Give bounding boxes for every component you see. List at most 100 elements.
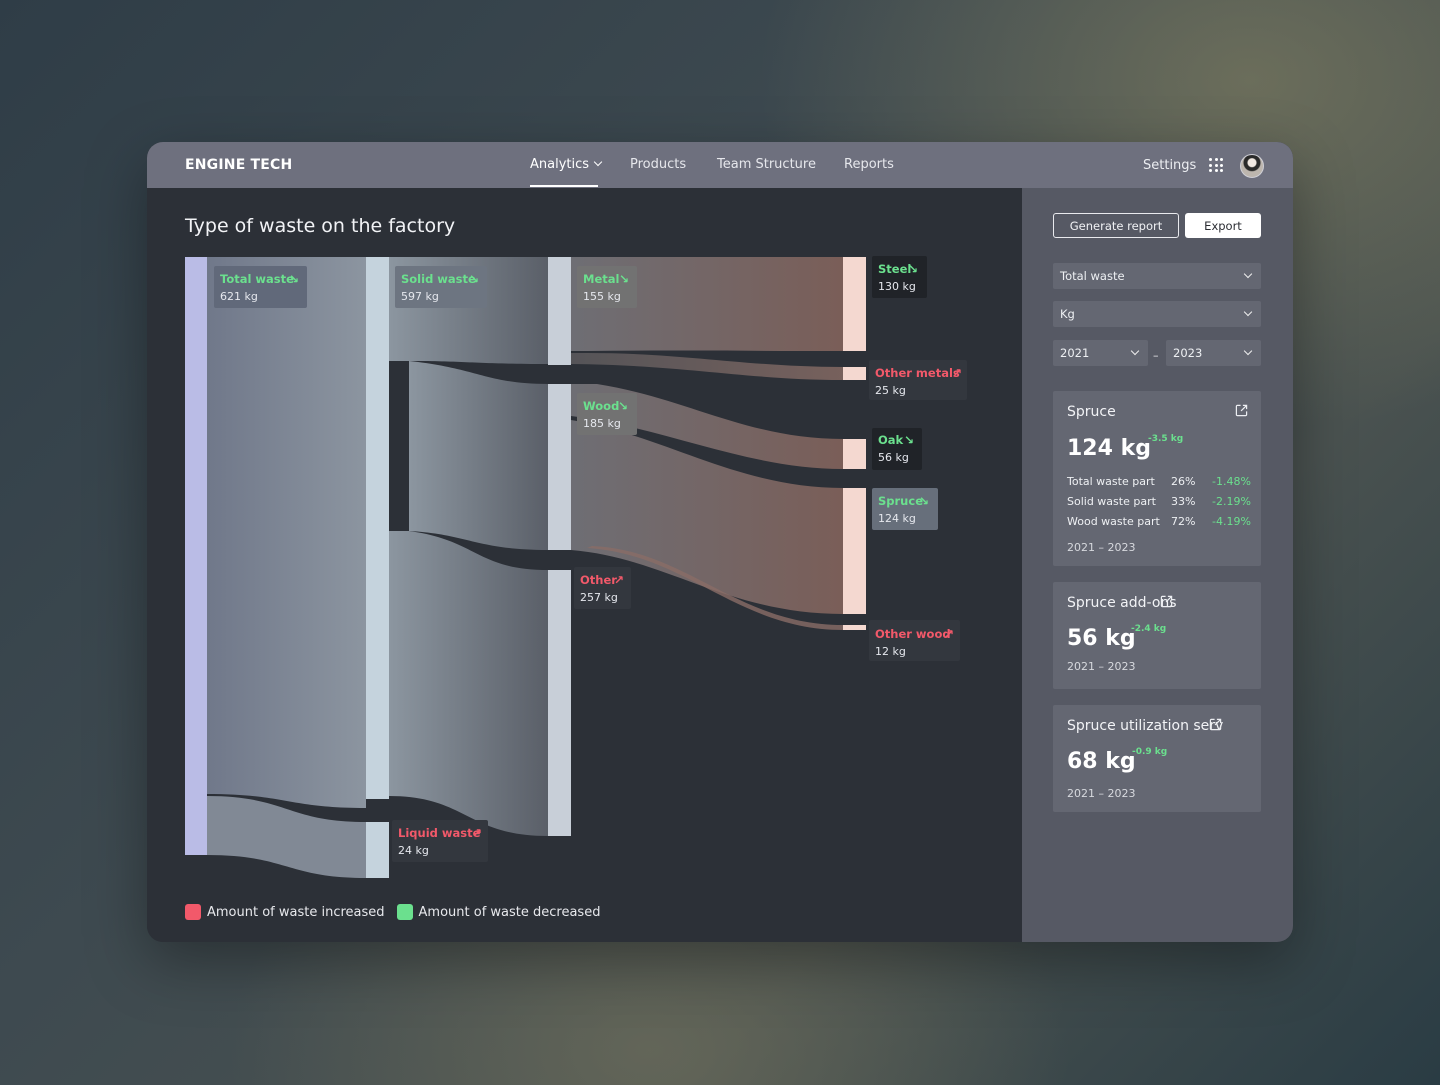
stat-pct: 33% <box>1171 495 1196 508</box>
card-delta: -2.4 kg <box>1131 624 1167 634</box>
node-value-liquid: 24 kg <box>398 844 429 857</box>
metric-select-value: Total waste <box>1060 269 1125 283</box>
nav-analytics[interactable]: Analytics <box>530 157 603 172</box>
node-label-steel[interactable]: Steel ↘ 130 kg <box>872 256 927 298</box>
stat-label: Total waste part <box>1067 475 1155 488</box>
stat-change: -4.19% <box>1212 515 1251 528</box>
stat-pct: 26% <box>1171 475 1196 488</box>
node-value-total: 621 kg <box>220 290 258 303</box>
main-panel: Type of waste on the factory Total waste… <box>147 188 1022 942</box>
legend-swatch-decreased <box>396 904 413 920</box>
trend-up-icon: ↗ <box>944 627 954 641</box>
node-label-wood[interactable]: Wood ↘ 185 kg <box>577 393 637 435</box>
export-button[interactable]: Export <box>1185 213 1261 238</box>
node-label-otherwood[interactable]: Other wood ↗ 12 kg <box>869 620 960 661</box>
detail-card-spruce-utilization[interactable]: Spruce utilization serv 68 kg -0.9 kg 20… <box>1053 705 1261 812</box>
legend-label-increased: Amount of waste increased <box>207 904 385 920</box>
trend-down-icon: ↘ <box>619 272 629 286</box>
card-value: 124 kg <box>1067 436 1151 461</box>
trend-down-icon: ↘ <box>289 272 299 286</box>
trend-down-icon: ↘ <box>469 272 479 286</box>
node-bar-spruce <box>843 488 866 614</box>
user-avatar[interactable] <box>1240 154 1264 178</box>
chart-legend: Amount of waste increased Amount of wast… <box>185 904 602 920</box>
year-to-select[interactable]: 2023 <box>1166 340 1261 366</box>
card-date-range: 2021 – 2023 <box>1067 541 1136 554</box>
external-link-icon[interactable] <box>1209 718 1222 731</box>
node-value-wood: 185 kg <box>583 417 621 430</box>
nav-team-structure[interactable]: Team Structure <box>717 157 816 172</box>
card-title: Spruce <box>1067 404 1116 420</box>
stat-change: -2.19% <box>1212 495 1251 508</box>
nav-active-indicator <box>530 185 598 187</box>
node-label-total[interactable]: Total waste ↘ 621 kg <box>214 266 307 308</box>
link-metal-othermetals <box>571 353 843 380</box>
node-name-metal: Metal <box>583 272 619 286</box>
node-bar-othermetals <box>843 367 866 380</box>
node-bar-metal <box>548 257 571 365</box>
detail-card-spruce-addons[interactable]: Spruce add-ons 56 kg -2.4 kg 2021 – 2023 <box>1053 582 1261 689</box>
node-name-solid: Solid waste <box>401 272 476 286</box>
node-label-other[interactable]: Other ↗ 257 kg <box>574 567 631 609</box>
sankey-chart: Total waste ↘ 621 kg Solid waste ↘ 597 k… <box>185 256 967 878</box>
node-name-total: Total waste <box>220 272 294 286</box>
year-from-select[interactable]: 2021 <box>1053 340 1148 366</box>
node-value-metal: 155 kg <box>583 290 621 303</box>
card-value: 56 kg <box>1067 626 1136 651</box>
node-name-otherwood: Other wood <box>875 627 951 641</box>
generate-report-button[interactable]: Generate report <box>1053 213 1179 238</box>
external-link-icon[interactable] <box>1160 595 1173 608</box>
card-date-range: 2021 – 2023 <box>1067 660 1136 673</box>
node-bar-steel <box>843 257 866 351</box>
node-label-oak[interactable]: Oak ↘ 56 kg <box>872 428 922 470</box>
card-value: 68 kg <box>1067 749 1136 774</box>
node-value-spruce: 124 kg <box>878 512 916 525</box>
nav-analytics-label: Analytics <box>530 157 590 172</box>
stat-pct: 72% <box>1171 515 1196 528</box>
range-separator: – <box>1153 349 1159 362</box>
card-delta: -3.5 kg <box>1148 434 1184 444</box>
node-name-liquid: Liquid waste <box>398 826 481 840</box>
grid-dots-icon[interactable] <box>1209 158 1223 172</box>
node-value-steel: 130 kg <box>878 280 916 293</box>
trend-up-icon: ↗ <box>614 573 624 587</box>
node-label-liquid[interactable]: Liquid waste ↗ 24 kg <box>392 820 488 862</box>
node-bar-otherwood <box>843 625 866 630</box>
node-bar-wood <box>548 384 571 550</box>
app-window: ENGINE TECH Analytics Products Team Stru… <box>147 142 1293 942</box>
node-label-othermetals[interactable]: Other metals ↗ 25 kg <box>869 360 967 400</box>
node-bar-other <box>548 570 571 836</box>
brand-logo[interactable]: ENGINE TECH <box>185 157 292 173</box>
unit-select[interactable]: Kg <box>1053 301 1261 327</box>
node-bar-solid <box>366 257 389 799</box>
legend-decreased: Amount of waste decreased <box>396 904 600 920</box>
chevron-down-icon <box>1243 307 1253 317</box>
detail-card-spruce[interactable]: Spruce 124 kg -3.5 kg Total waste part 2… <box>1053 391 1261 566</box>
nav-products[interactable]: Products <box>630 157 686 172</box>
trend-down-icon: ↘ <box>618 399 628 413</box>
node-name-wood: Wood <box>583 399 619 413</box>
node-value-solid: 597 kg <box>401 290 439 303</box>
node-bar-liquid <box>366 822 389 878</box>
nav-reports[interactable]: Reports <box>844 157 894 172</box>
settings-link[interactable]: Settings <box>1143 158 1196 173</box>
node-name-steel: Steel <box>878 262 911 276</box>
card-title: Spruce utilization serv <box>1067 718 1224 734</box>
node-label-spruce[interactable]: Spruce ↘ 124 kg <box>872 488 938 530</box>
node-value-otherwood: 12 kg <box>875 645 906 658</box>
card-delta: -0.9 kg <box>1132 747 1168 757</box>
link-solid-other <box>389 531 548 836</box>
year-from-value: 2021 <box>1060 346 1090 360</box>
node-label-solid[interactable]: Solid waste ↘ 597 kg <box>395 266 487 308</box>
node-label-metal[interactable]: Metal ↘ 155 kg <box>577 266 637 308</box>
node-bar-total <box>185 257 207 855</box>
metric-select[interactable]: Total waste <box>1053 263 1261 289</box>
trend-up-icon: ↗ <box>952 366 962 380</box>
external-link-icon[interactable] <box>1235 404 1248 417</box>
node-name-other: Other <box>580 573 617 587</box>
legend-swatch-increased <box>185 904 201 920</box>
chevron-down-icon <box>1243 269 1253 279</box>
node-value-other: 257 kg <box>580 591 618 604</box>
chevron-down-icon <box>1130 346 1140 356</box>
chevron-down-icon <box>593 157 603 167</box>
